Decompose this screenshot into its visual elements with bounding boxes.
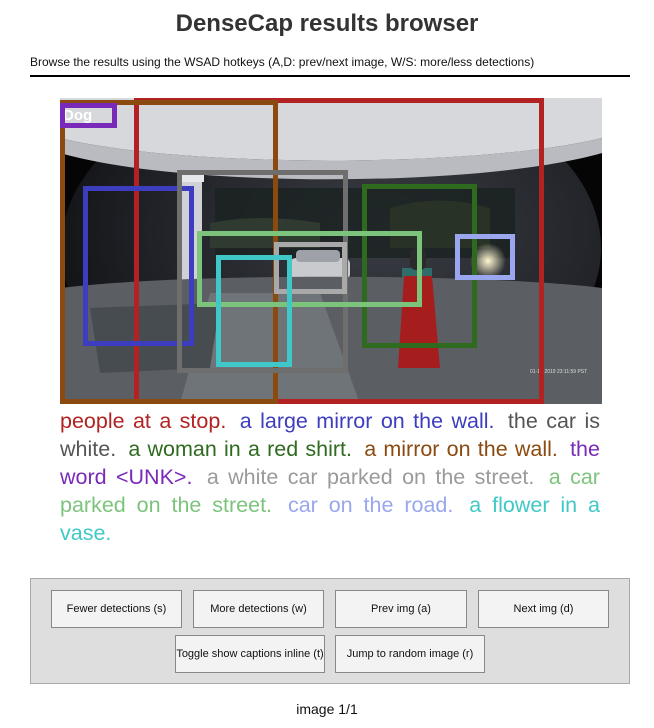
toggle-captions-button[interactable]: Toggle show captions inline (t) — [175, 635, 325, 673]
controls-panel: Fewer detections (s) More detections (w)… — [30, 578, 630, 684]
caption-item: car on the road. — [287, 493, 454, 517]
page-title: DenseCap results browser — [175, 10, 479, 37]
prev-image-button[interactable]: Prev img (a) — [335, 590, 467, 628]
caption-item: people at a stop. — [60, 409, 227, 433]
hotkey-instructions: Browse the results using the WSAD hotkey… — [30, 55, 535, 69]
caption-item: a mirror on the wall. — [364, 437, 558, 461]
detection-box-word-unk — [60, 103, 117, 128]
caption-item: a large mirror on the wall. — [239, 409, 495, 433]
more-detections-button[interactable]: More detections (w) — [193, 590, 324, 628]
caption-item: a white car parked on the street. — [206, 465, 535, 489]
caption-list: people at a stop. a large mirror on the … — [60, 407, 600, 547]
detection-image-viewer: 01-12-2019 23:11:59 PST Dog — [60, 98, 602, 404]
next-image-button[interactable]: Next img (d) — [478, 590, 609, 628]
detection-box-car-on-road — [455, 234, 515, 280]
fewer-detections-button[interactable]: Fewer detections (s) — [51, 590, 182, 628]
image-counter: image 1/1 — [296, 701, 358, 717]
header-divider — [30, 75, 630, 77]
caption-item: a woman in a red shirt. — [128, 437, 352, 461]
random-image-button[interactable]: Jump to random image (r) — [335, 635, 485, 673]
detection-box-flower-in-vase — [216, 255, 292, 367]
